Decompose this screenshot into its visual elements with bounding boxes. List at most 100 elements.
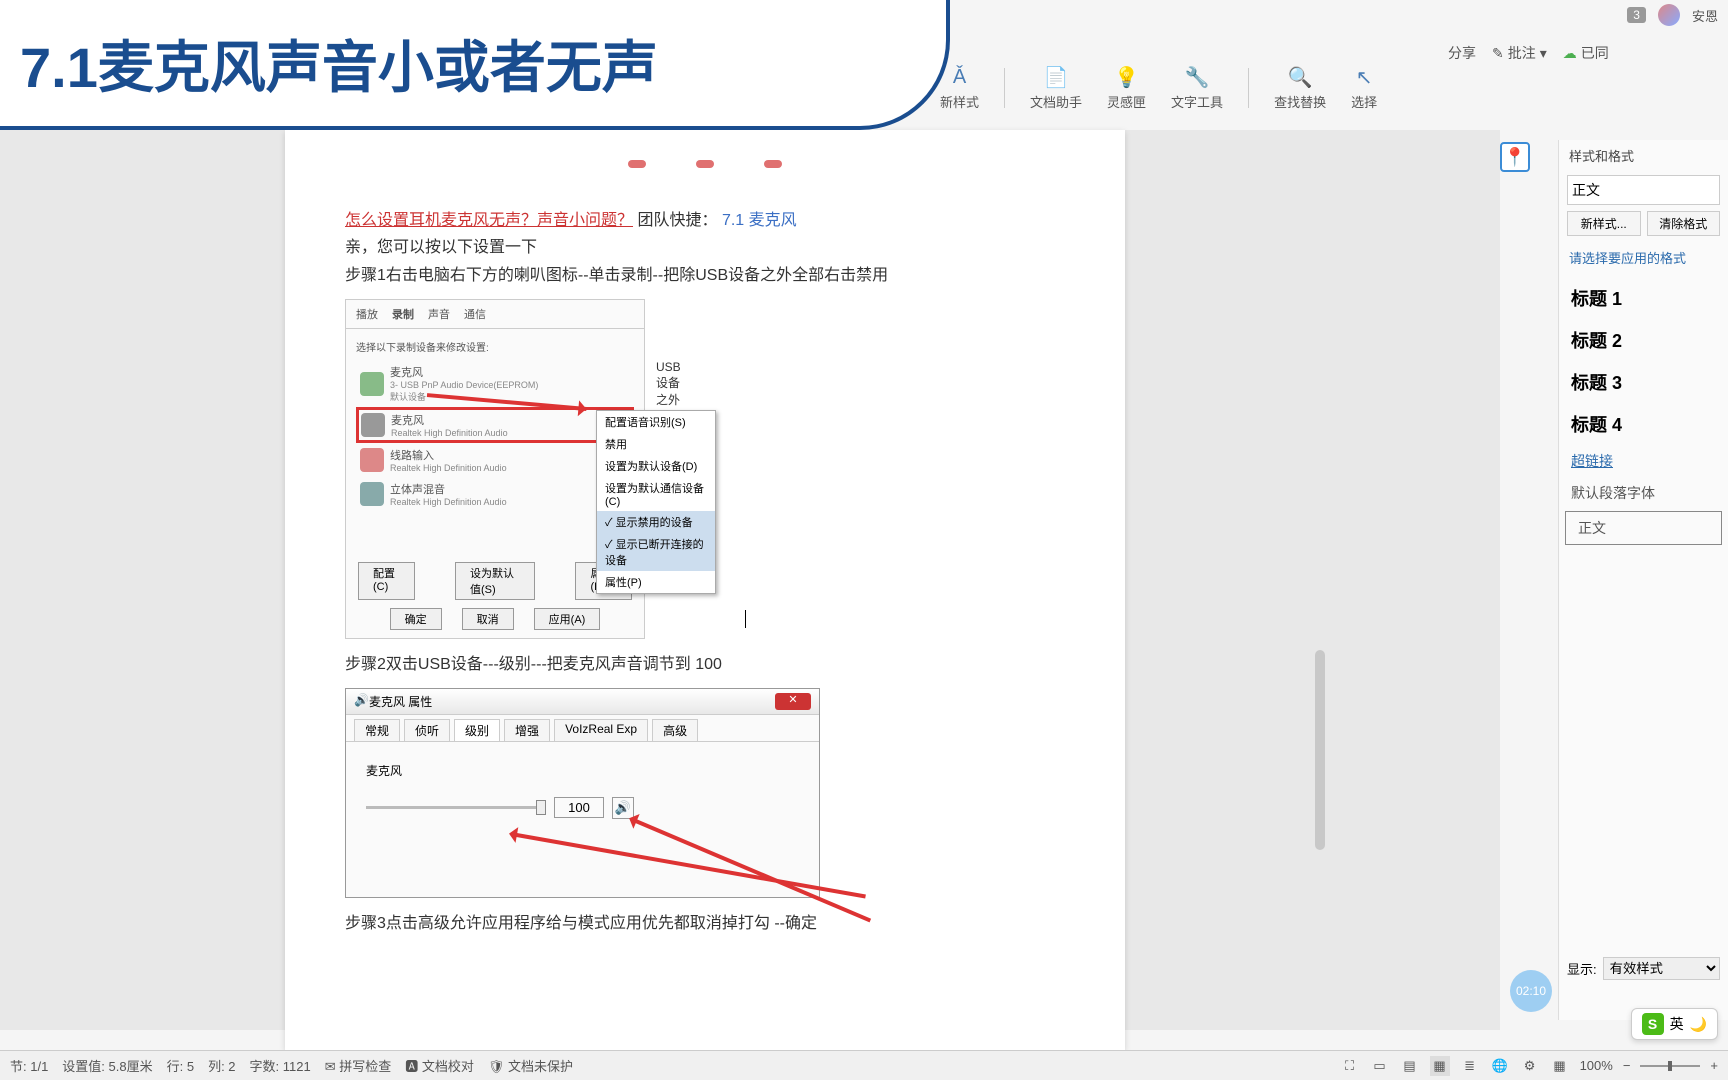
cursor-icon: ↖ (1351, 64, 1377, 90)
statusbar: 节: 1/1 设置值: 5.8厘米 行: 5 列: 2 字数: 1121 ✉ 拼… (0, 1050, 1728, 1080)
style-heading2[interactable]: 标题 2 (1559, 319, 1728, 361)
status-proof[interactable]: 🅰 文档校对 (405, 1056, 474, 1075)
style-hyperlink[interactable]: 超链接 (1559, 445, 1728, 477)
page-view-icon[interactable]: ▤ (1400, 1056, 1420, 1076)
device-line-in: 线路输入Realtek High Definition Audio (356, 443, 634, 477)
user-name: 安恩 (1692, 6, 1718, 25)
sound-settings-screenshot: 播放 录制 声音 通信 选择以下录制设备来修改设置: 麦克风3- USB PnP… (345, 299, 645, 639)
status-spellcheck[interactable]: ✉ 拼写检查 (325, 1056, 392, 1075)
avatar[interactable] (1658, 4, 1680, 26)
menu-default-comm: 设置为默认通信设备(C) (597, 477, 715, 511)
read-view-icon[interactable]: ▭ (1370, 1056, 1390, 1076)
grid-icon[interactable]: ▦ (1550, 1056, 1570, 1076)
share-button[interactable]: 分享 (1448, 43, 1476, 63)
menu-show-disabled: ✓ 显示禁用的设备 (597, 511, 715, 533)
context-menu: 配置语音识别(S) 禁用 设置为默认设备(D) 设置为默认通信设备(C) ✓ 显… (596, 410, 716, 594)
wrench-icon: 🔧 (1184, 64, 1210, 90)
clear-format-button[interactable]: 清除格式 (1647, 211, 1721, 236)
inspiration-button[interactable]: 💡灵感匣 (1107, 64, 1146, 111)
search-icon: 🔍 (1287, 64, 1313, 90)
style-heading3[interactable]: 标题 3 (1559, 361, 1728, 403)
style-heading1[interactable]: 标题 1 (1559, 277, 1728, 319)
tab-listen: 侦听 (404, 719, 450, 741)
doc-step2: 步骤2双击USB设备---级别---把麦克风声音调节到 100 (345, 651, 1065, 680)
dot (764, 160, 782, 168)
ribbon-toolbar: Ǎ新样式 📄文档助手 💡灵感匣 🔧文字工具 🔍查找替换 ↖选择 (940, 60, 1377, 115)
mic-icon (360, 372, 384, 396)
sound-dialog-tabs: 播放 录制 声音 通信 (346, 300, 644, 329)
assistant-icon: 📄 (1043, 64, 1069, 90)
location-marker-button[interactable]: 📍 (1500, 142, 1530, 172)
current-style-dropdown[interactable]: 正文 (1567, 175, 1720, 205)
style-default-font[interactable]: 默认段落字体 (1559, 477, 1728, 509)
status-section: 节: 1/1 (10, 1056, 48, 1075)
sync-status[interactable]: ☁已同 (1563, 43, 1609, 63)
tab-sound: 声音 (428, 306, 450, 322)
doc-assistant-button[interactable]: 📄文档助手 (1030, 64, 1082, 111)
zoom-in-button[interactable]: + (1710, 1058, 1718, 1073)
fullscreen-icon[interactable]: ⛶ (1340, 1056, 1360, 1076)
ime-logo-icon: S (1642, 1013, 1664, 1035)
show-label: 显示: (1567, 959, 1597, 978)
ime-language[interactable]: 英 (1670, 1014, 1684, 1034)
text-cursor (745, 610, 746, 628)
slider-label: 麦克风 (366, 762, 799, 779)
mic-volume-row: 100 🔊 (366, 797, 799, 819)
timer-badge[interactable]: 02:10 (1510, 970, 1552, 1012)
level-panel: 麦克风 100 🔊 (346, 742, 819, 839)
new-style-button[interactable]: Ǎ新样式 (940, 64, 979, 111)
style-body[interactable]: 正文 (1565, 511, 1722, 545)
mic-prop-tabs: 常规 侦听 级别 增强 VoIzReal Exp 高级 (346, 715, 819, 742)
select-button[interactable]: ↖选择 (1351, 64, 1377, 111)
tab-general: 常规 (354, 719, 400, 741)
globe-icon[interactable]: 🌐 (1490, 1056, 1510, 1076)
comment-icon: ✎ (1492, 45, 1504, 62)
tab-record: 录制 (392, 306, 414, 322)
document-viewport: 怎么设置耳机麦克风无声？声音小问题？ 团队快捷： 7.1 麦克风 亲，您可以按以… (0, 130, 1500, 1030)
outline-view-icon[interactable]: ≣ (1460, 1056, 1480, 1076)
tab-level: 级别 (454, 719, 500, 741)
style-heading4[interactable]: 标题 4 (1559, 403, 1728, 445)
moon-icon[interactable]: 🌙 (1690, 1016, 1707, 1033)
presentation-title: 7.1麦克风声音小或者无声 (20, 23, 658, 104)
style-list: 标题 1 标题 2 标题 3 标题 4 超链接 默认段落字体 正文 (1559, 277, 1728, 545)
separator (1248, 68, 1249, 108)
new-style-button[interactable]: 新样式... (1567, 211, 1641, 236)
tab-play: 播放 (356, 306, 378, 322)
cloud-icon: ☁ (1563, 45, 1577, 62)
doc-heading-line: 怎么设置耳机麦克风无声？声音小问题？ 团队快捷： 7.1 麦克风 (345, 208, 1065, 234)
comment-button[interactable]: ✎批注 ▾ (1492, 43, 1547, 63)
zoom-slider[interactable] (1640, 1065, 1700, 1067)
ime-toolbar[interactable]: S 英 🌙 (1631, 1008, 1718, 1040)
bulb-icon: 💡 (1114, 64, 1140, 90)
shortcut-key: 7.1 麦克风 (722, 212, 797, 229)
status-charcount[interactable]: 字数: 1121 (250, 1056, 311, 1075)
menu-properties: 属性(P) (597, 571, 715, 593)
team-shortcut-label: 团队快捷： (637, 212, 717, 229)
dialog-buttons: 确定 取消 应用(A) (346, 608, 644, 630)
settings-icon[interactable]: ⚙ (1520, 1056, 1540, 1076)
find-replace-button[interactable]: 🔍查找替换 (1274, 64, 1326, 111)
menu-voice: 配置语音识别(S) (597, 411, 715, 433)
app-share-toolbar: 分享 ✎批注 ▾ ☁已同 (1328, 38, 1728, 68)
show-filter-dropdown[interactable]: 有效样式 (1603, 957, 1720, 980)
mic-prop-titlebar: 🔊 麦克风 属性 ✕ (346, 689, 819, 715)
annotation-arrow (630, 817, 871, 922)
volume-value: 100 (554, 797, 604, 818)
doc-intro: 亲，您可以按以下设置一下 (345, 234, 1065, 263)
slider-thumb (536, 800, 546, 815)
list-caption: 选择以下录制设备来修改设置: (356, 339, 634, 354)
scrollbar-thumb[interactable] (1315, 650, 1325, 850)
status-protect[interactable]: 🛡 文档未保护 (488, 1056, 573, 1075)
panel-title: 样式和格式 (1559, 140, 1728, 171)
web-view-icon[interactable]: ▦ (1430, 1056, 1450, 1076)
page-dots-decoration (345, 160, 1065, 168)
zoom-value[interactable]: 100% (1580, 1058, 1613, 1073)
doc-step3: 步骤3点击高级允许应用程序给与模式应用优先都取消掉打勾 --确定 (345, 910, 1065, 939)
linein-icon (360, 448, 384, 472)
text-tool-button[interactable]: 🔧文字工具 (1171, 64, 1223, 111)
zoom-out-button[interactable]: − (1623, 1058, 1631, 1073)
question-text: 怎么设置耳机麦克风无声？声音小问题？ (345, 212, 633, 229)
status-col: 列: 2 (208, 1056, 235, 1075)
notification-badge[interactable]: 3 (1627, 7, 1646, 23)
